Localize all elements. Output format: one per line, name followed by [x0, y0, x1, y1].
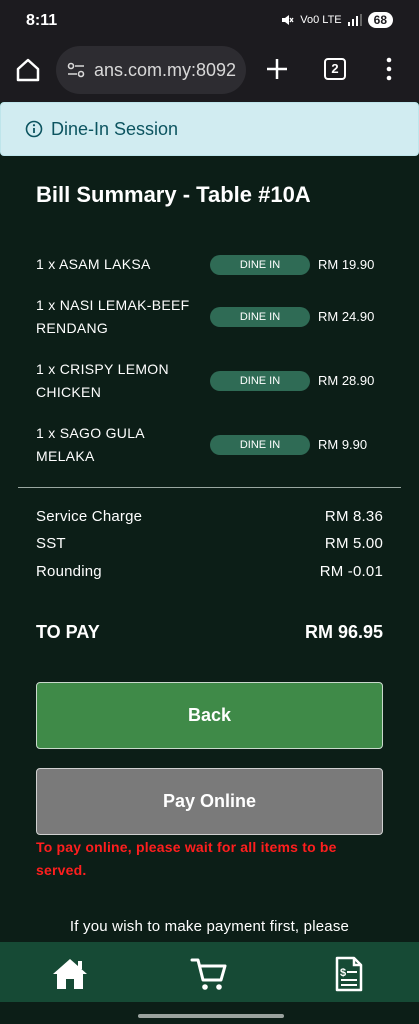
- network-label: Vo0 LTE: [300, 14, 342, 26]
- status-bar: 8:11 Vo0 LTE 68: [0, 0, 419, 42]
- bottom-navigation: $: [0, 942, 419, 1002]
- charge-label: SST: [36, 535, 66, 552]
- pay-online-warning: To pay online, please wait for all items…: [36, 839, 337, 878]
- gesture-area: [0, 1002, 419, 1024]
- charge-label: Service Charge: [36, 508, 143, 525]
- url-text: ans.com.my:8092: [94, 59, 237, 80]
- item-name: 1 x CRISPY LEMON CHICKEN: [36, 361, 169, 400]
- signal-icon: [347, 14, 362, 26]
- tab-count: 2: [331, 61, 339, 76]
- item-price: RM 24.90: [318, 309, 375, 324]
- payment-info-text: If you wish to make payment first, pleas…: [69, 918, 350, 935]
- to-pay-label: TO PAY: [36, 622, 100, 642]
- browser-home-icon[interactable]: [14, 56, 42, 84]
- gesture-handle[interactable]: [138, 1014, 284, 1018]
- status-time: 8:11: [26, 12, 58, 29]
- charge-value: RM 8.36: [324, 508, 383, 525]
- bill-title: Bill Summary - Table #10A: [36, 182, 311, 207]
- cart-icon[interactable]: [190, 956, 228, 992]
- item-price: RM 28.90: [318, 373, 375, 388]
- browser-toolbar: ans.com.my:8092 2: [0, 42, 419, 102]
- pay-online-button[interactable]: Pay Online: [36, 768, 383, 835]
- item-name: 1 x ASAM LAKSA: [36, 256, 151, 272]
- charge-value: RM 5.00: [324, 535, 383, 552]
- home-icon[interactable]: [51, 956, 89, 992]
- dine-in-badge: DINE IN: [210, 435, 310, 455]
- charge-value: RM -0.01: [319, 563, 383, 580]
- tab-switcher-button[interactable]: 2: [324, 58, 346, 80]
- svg-text:$: $: [340, 967, 346, 979]
- receipt-icon[interactable]: $: [330, 956, 368, 992]
- item-name: 1 x NASI LEMAK-BEEF RENDANG: [36, 297, 190, 336]
- battery-level: 68: [373, 13, 387, 27]
- item-price: RM 19.90: [318, 257, 375, 272]
- address-bar[interactable]: ans.com.my:8092: [56, 46, 246, 94]
- divider: [18, 487, 401, 488]
- dine-in-badge: DINE IN: [210, 307, 310, 327]
- item-price: RM 9.90: [318, 437, 368, 452]
- battery-indicator: 68: [367, 12, 393, 28]
- item-name: 1 x SAGO GULA MELAKA: [36, 425, 145, 464]
- back-button[interactable]: Back: [36, 682, 383, 749]
- dine-in-badge: DINE IN: [210, 255, 310, 275]
- status-icons: Vo0 LTE 68: [280, 12, 393, 28]
- more-menu-icon[interactable]: [384, 56, 394, 82]
- session-banner: Dine-In Session: [0, 102, 419, 156]
- session-label: Dine-In Session: [51, 118, 179, 139]
- site-settings-icon[interactable]: [66, 60, 86, 80]
- charge-label: Rounding: [36, 563, 102, 580]
- dine-in-badge: DINE IN: [210, 371, 310, 391]
- to-pay-amount: RM 96.95: [304, 622, 383, 642]
- info-icon: [25, 120, 43, 138]
- new-tab-icon[interactable]: [264, 56, 290, 82]
- mute-icon: [282, 15, 294, 25]
